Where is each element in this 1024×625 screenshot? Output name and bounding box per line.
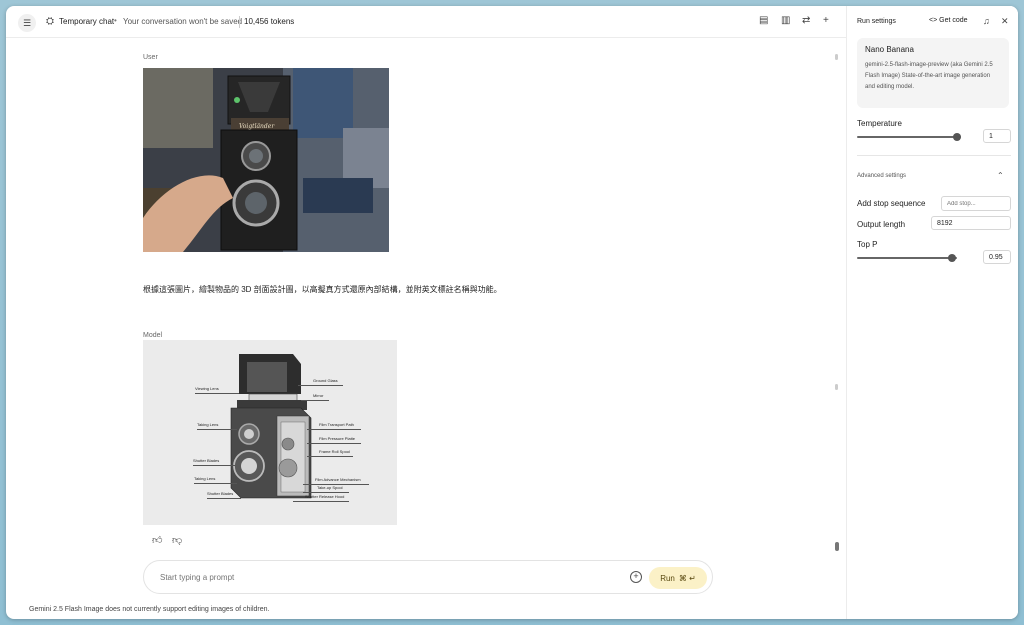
model-role-label: Model [143,332,163,339]
chat-mode-title: Temporary chat [59,17,115,26]
run-label: Run [660,573,675,583]
stop-sequence-label: Add stop sequence [857,199,926,208]
temporary-chat-note: Your conversation won't be saved [123,17,243,26]
chevron-up-icon[interactable]: ⌃ [997,171,1004,180]
leader-line [298,385,343,386]
token-count: 10,456 tokens [244,17,295,26]
header-divider [239,16,240,28]
user-role-label: User [143,54,158,61]
label-taking-lens: Taking Lens [197,422,219,427]
user-uploaded-photo[interactable]: Voigtländer [143,68,389,252]
stop-sequence-input[interactable] [941,196,1011,211]
label-taking-lens-2: Taking Lens [194,476,216,481]
model-description: gemini-2.5-flash-image-preview (aka Gemi… [865,62,993,90]
run-button[interactable]: Run ⌘ ↵ [649,567,707,589]
model-name: Nano Banana [865,45,914,54]
leader-line [193,465,235,466]
label-shutter-blades: Shutter Blades [193,458,220,463]
label-film-advance: Film Advance Mechanism [315,477,361,482]
headphones-icon[interactable]: ♫ [983,16,990,26]
leader-line [195,393,239,394]
user-prompt-text: 根據這張圖片，繪製物品的 3D 剖面設計圖，以高擬真方式還原內部結構，並附英文標… [143,285,502,294]
leader-line [197,429,237,430]
label-mirror: Mirror [313,393,324,398]
top-p-value[interactable]: 0.95 [983,250,1011,264]
scroll-marker [835,384,838,390]
label-film-pressure: Film Pressure Platte [319,436,356,441]
compare-icon[interactable]: ⇄ [802,15,810,26]
temporary-chat-icon: ⛭ [46,16,54,27]
prompt-input-box[interactable]: + Run ⌘ ↵ [143,560,713,594]
label-film-transport: Film Transport Path [319,422,354,427]
separator-dot: • [114,16,117,25]
app-window: ☰ ⛭ Temporary chat • Your conversation w… [6,6,1018,619]
output-length-input[interactable]: 8192 [931,216,1011,230]
temperature-slider[interactable] [857,136,961,138]
menu-toggle-icon[interactable]: ☰ [18,14,36,32]
label-shutter-release: Shutter Release Hood [305,494,345,499]
leader-line [307,429,361,430]
temperature-slider-knob[interactable] [952,133,961,141]
generated-cutaway-image[interactable]: Viewing Lens Taking Lens Shutter Blades … [143,340,397,525]
leader-line [293,501,349,502]
code-icon: <> [929,17,938,24]
label-viewing-lens: Viewing Lens [195,386,219,391]
label-take-up: Take-up Spool [317,485,343,490]
camera-brand-logo: Voigtländer [239,123,275,130]
advanced-settings-toggle[interactable]: Advanced settings [857,173,906,179]
run-shortcut: ⌘ ↵ [678,573,696,583]
top-p-label: Top P [857,240,878,249]
leader-line [194,483,237,484]
chat-header: ☰ ⛭ Temporary chat • Your conversation w… [6,6,846,38]
output-length-label: Output length [857,220,906,229]
prompt-input[interactable] [160,573,600,582]
get-code-button[interactable]: <> Get code [929,17,968,24]
temperature-label: Temperature [857,119,902,128]
scroll-thumb[interactable] [835,542,839,551]
model-selector-card[interactable]: Nano Banana gemini-2.5-flash-image-previ… [857,38,1009,108]
clipboard-icon[interactable]: ▤ [759,15,768,26]
run-settings-panel: Run settings <> Get code ♫ ✕ Nano Banana… [846,6,1018,619]
panel-title: Run settings [857,18,896,25]
leader-line [307,443,361,444]
add-media-icon[interactable]: + [630,571,642,583]
label-ground-glass: Ground Glass [313,378,338,383]
scroll-marker [835,54,838,60]
temperature-value[interactable]: 1 [983,129,1011,143]
chat-area: User Voigtländer 根據這張圖片，繪製物品的 3D 剖面設計圖，以… [6,38,846,619]
leader-line [307,456,353,457]
top-p-slider-knob[interactable] [948,254,956,262]
top-p-slider[interactable] [857,257,957,259]
chat-scrollbar[interactable] [835,48,839,568]
thumbs-up-icon[interactable]: 👍︎ [152,534,162,546]
leader-line [301,400,329,401]
close-icon[interactable]: ✕ [1001,16,1009,27]
disclaimer-text: Gemini 2.5 Flash Image does not currentl… [29,606,270,613]
thumbs-down-icon[interactable]: 👎︎ [172,534,182,546]
panel-divider [857,155,1011,156]
leader-line [207,498,241,499]
label-frame-roll: Frame Roll Spool [319,449,350,454]
label-shutter-blades-2: Shutter Blades [207,491,234,496]
leader-line [303,492,349,493]
new-chat-plus-icon[interactable]: + [823,15,829,26]
book-icon[interactable]: ▥ [781,15,790,26]
